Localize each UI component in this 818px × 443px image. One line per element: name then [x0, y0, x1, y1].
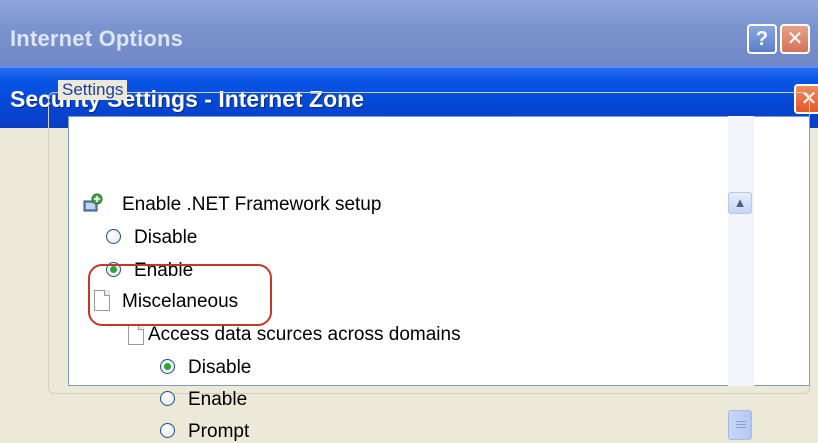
access-data-enable-radio[interactable] [160, 391, 175, 406]
net-framework-disable-label[interactable]: Disable [134, 227, 197, 249]
outer-close-button[interactable]: ✕ [780, 24, 810, 54]
settings-group-label: Settings [58, 80, 128, 100]
outer-window-titlebar: Internet Options ? ✕ [0, 0, 818, 66]
net-framework-disable-radio[interactable] [106, 229, 121, 244]
access-data-sources-setting-label: Access data scurces across domains [148, 324, 461, 345]
access-data-enable-label[interactable]: Enable [188, 389, 247, 411]
help-button[interactable]: ? [747, 24, 777, 54]
listbox-scrollbar[interactable] [728, 116, 754, 386]
page-icon [128, 324, 144, 345]
access-data-disable-label[interactable]: Disable [188, 357, 251, 379]
scroll-up-button[interactable]: ▲ [728, 192, 752, 214]
annotation-highlight [88, 264, 272, 326]
scroll-thumb[interactable] [728, 410, 752, 440]
access-data-prompt-radio[interactable] [160, 423, 175, 438]
outer-window-title: Internet Options [10, 26, 184, 51]
net-framework-setting-label: Enable .NET Framework setup [122, 194, 382, 215]
access-data-prompt-label[interactable]: Prompt [188, 421, 249, 443]
net-framework-icon [83, 193, 103, 212]
access-data-disable-radio[interactable] [160, 359, 175, 374]
